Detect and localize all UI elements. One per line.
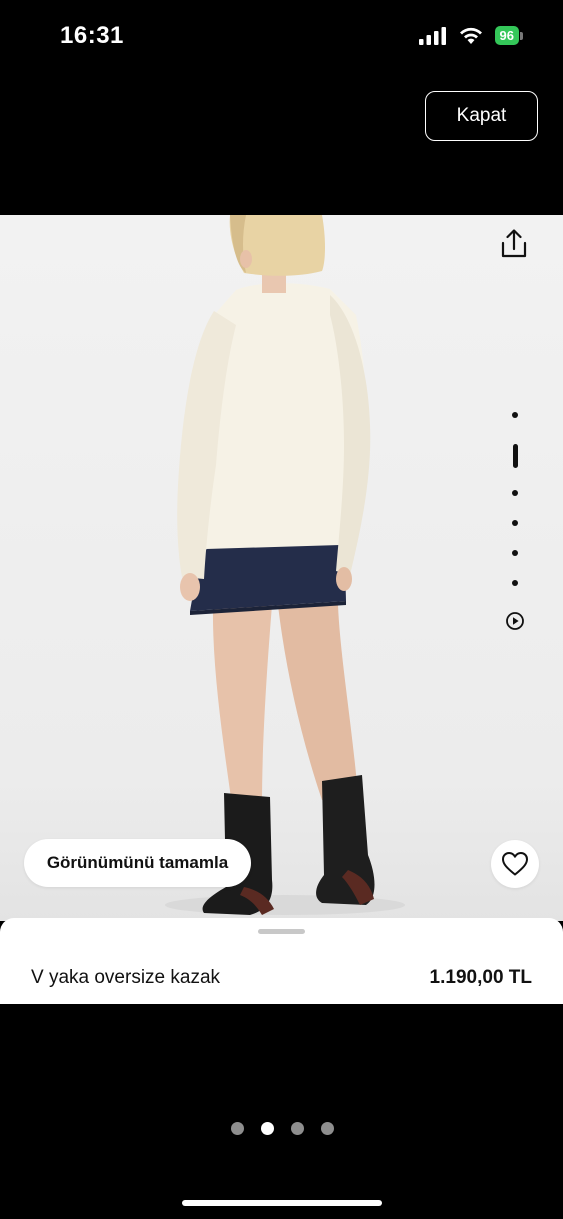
- battery-cap: [520, 31, 523, 40]
- status-icons: 96: [418, 26, 523, 45]
- play-circle-icon[interactable]: [505, 611, 525, 631]
- signal-icon: [418, 26, 446, 45]
- sheet-handle[interactable]: [258, 929, 305, 934]
- share-icon: [501, 229, 527, 258]
- gallery-dot[interactable]: [512, 490, 518, 496]
- product-info-sheet[interactable]: V yaka oversize kazak 1.190,00 TL: [0, 918, 563, 1004]
- gallery-dot[interactable]: [512, 412, 518, 418]
- page-dot[interactable]: [321, 1122, 334, 1135]
- complete-look-button[interactable]: Görünümünü tamamla: [24, 839, 251, 887]
- gallery-dot[interactable]: [512, 580, 518, 586]
- gallery-dot-active[interactable]: [512, 444, 518, 468]
- status-bar: 16:31 96: [0, 0, 563, 76]
- page-dot[interactable]: [291, 1122, 304, 1135]
- page-indicator[interactable]: [231, 1122, 334, 1135]
- close-button[interactable]: Kapat: [425, 91, 538, 141]
- share-button[interactable]: [496, 226, 532, 262]
- product-name: V yaka oversize kazak: [31, 967, 221, 988]
- wifi-icon: [459, 27, 482, 44]
- heart-icon: [502, 852, 528, 876]
- product-price: 1.190,00 TL: [429, 967, 532, 988]
- home-indicator[interactable]: [182, 1200, 382, 1206]
- product-photo: [165, 215, 405, 915]
- product-image[interactable]: [0, 215, 563, 921]
- page-dot[interactable]: [231, 1122, 244, 1135]
- battery-level: 96: [494, 26, 519, 45]
- gallery-dot[interactable]: [512, 520, 518, 526]
- page-dot-active[interactable]: [261, 1122, 274, 1135]
- battery-charging-icon: 96: [494, 26, 523, 45]
- status-time: 16:31: [60, 22, 124, 49]
- favorite-button[interactable]: [491, 840, 539, 888]
- gallery-dot[interactable]: [512, 550, 518, 556]
- gallery-indicator[interactable]: [500, 405, 530, 635]
